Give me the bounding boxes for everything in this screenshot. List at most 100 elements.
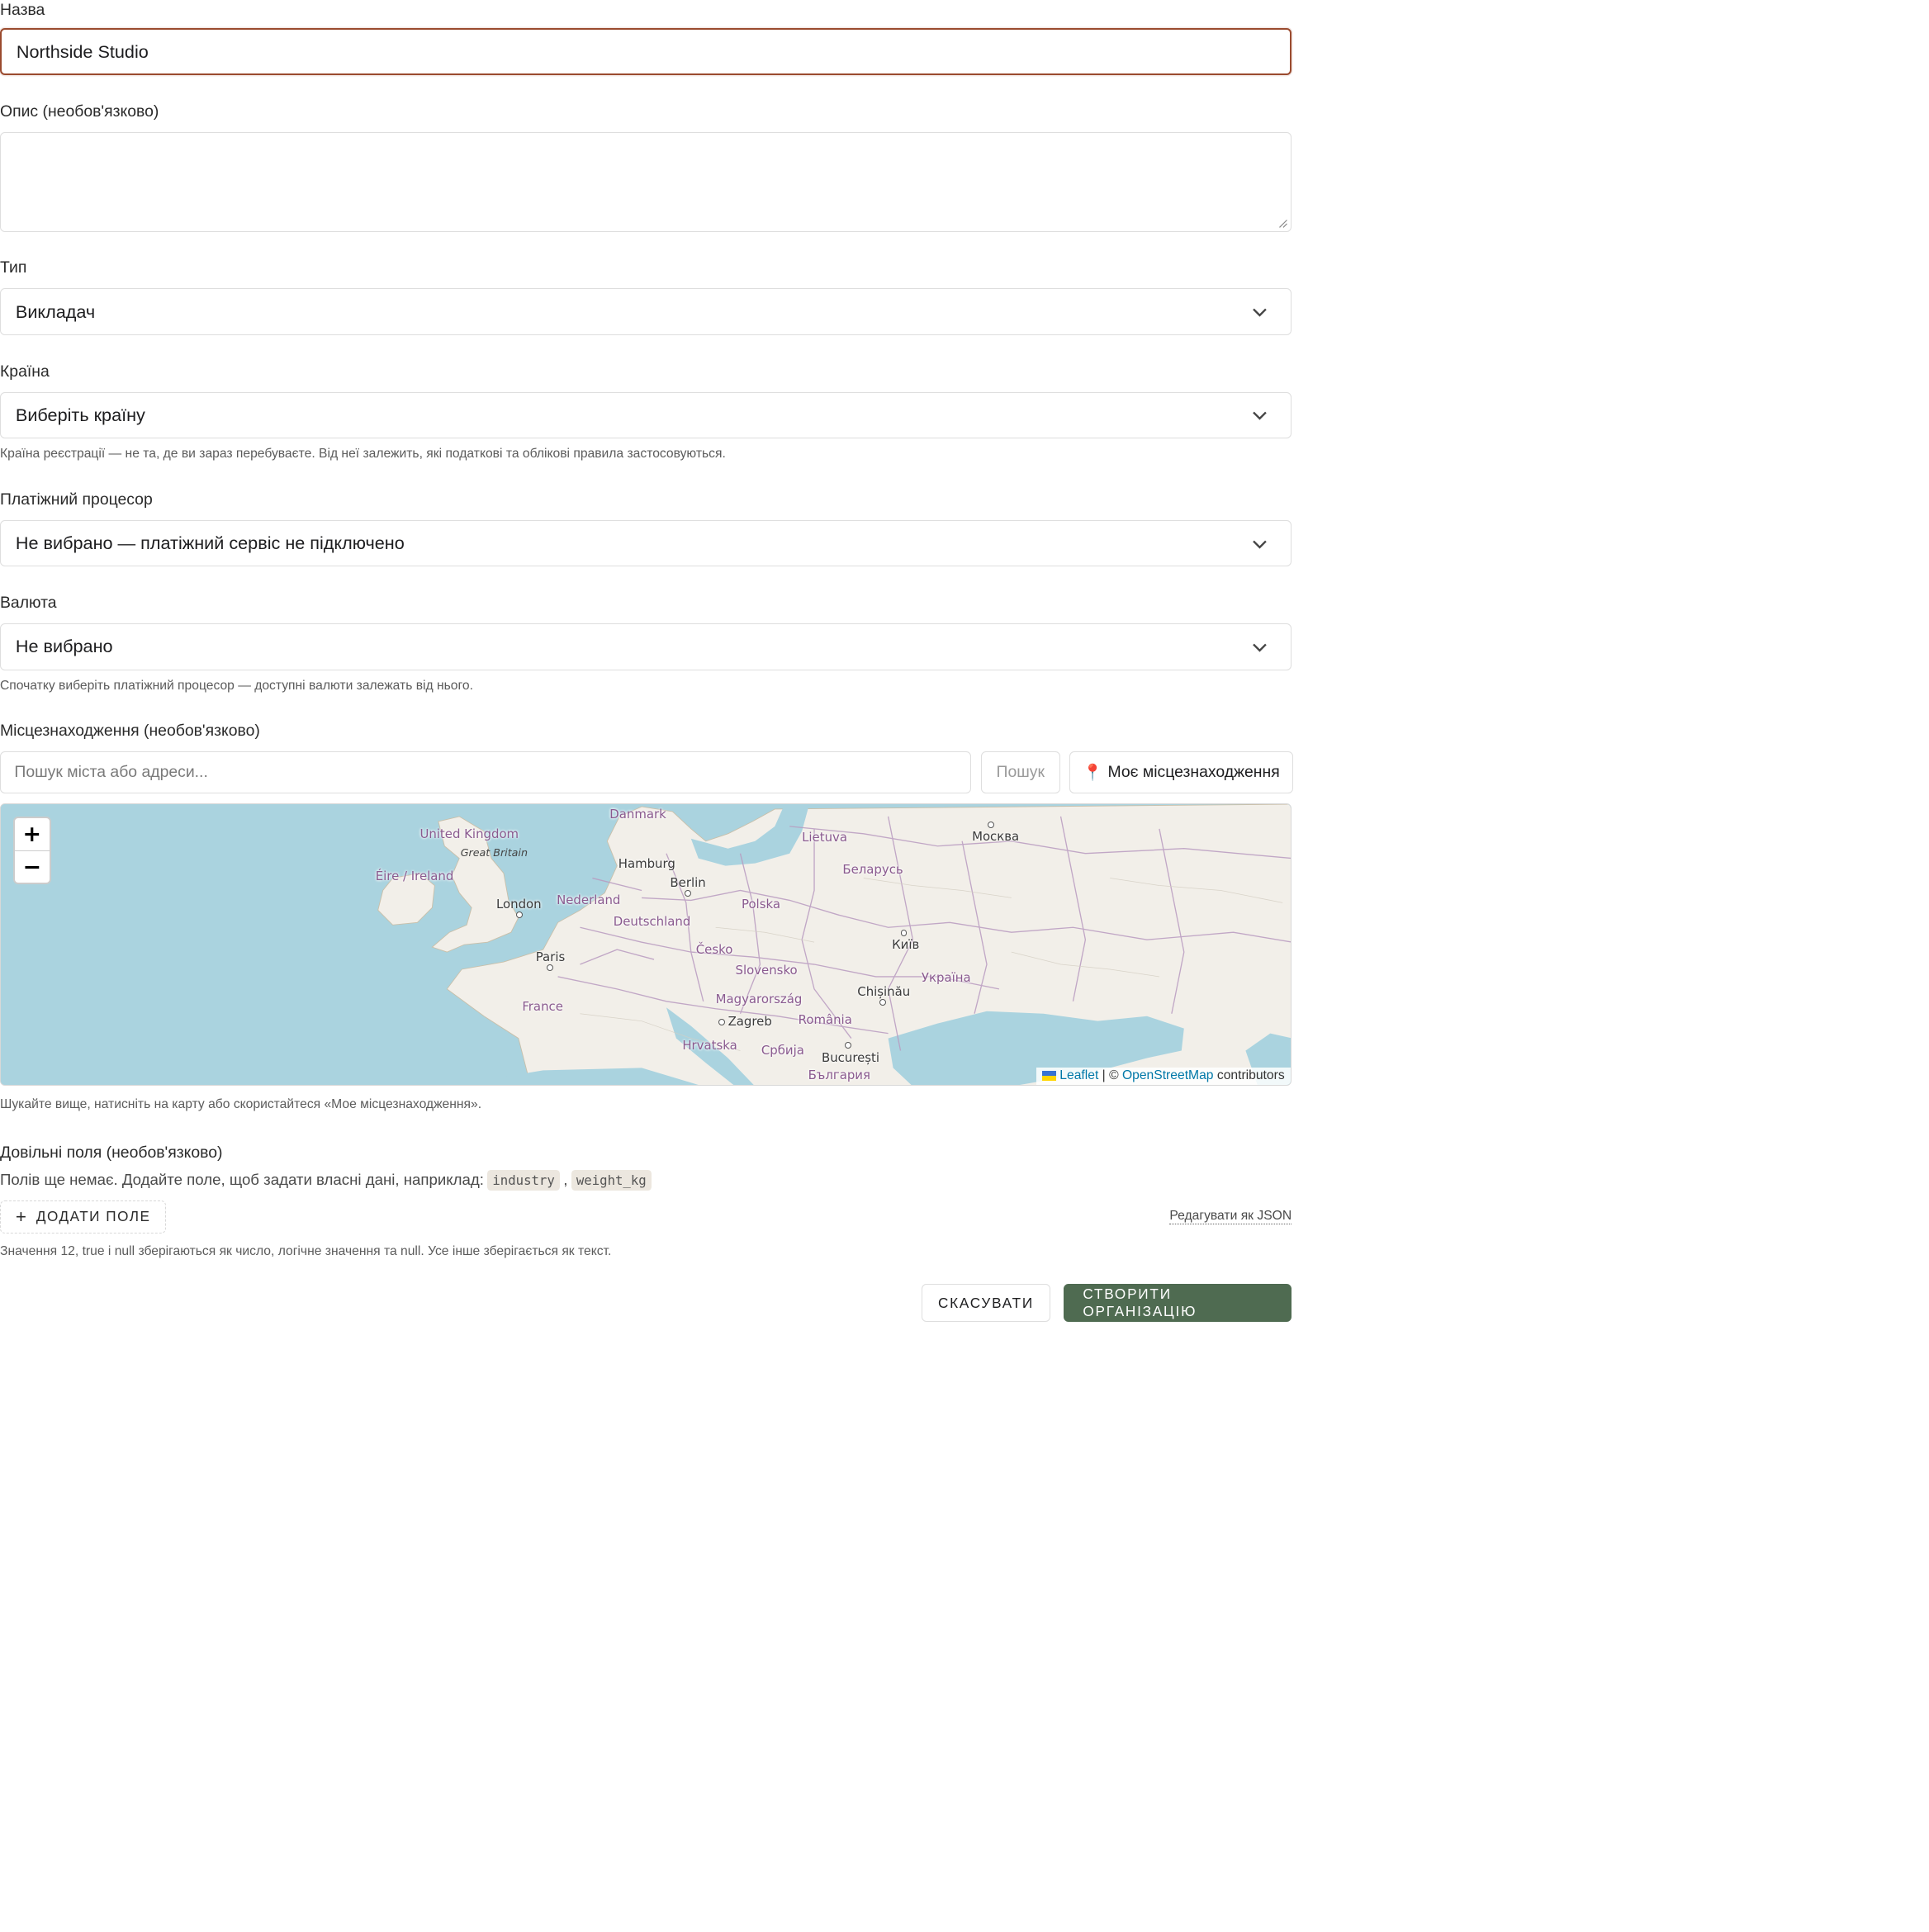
location-label: Місцезнаходження (необов'язково) (0, 722, 260, 741)
leaflet-link[interactable]: Leaflet (1059, 1068, 1098, 1082)
name-input[interactable]: Northside Studio (0, 28, 1292, 76)
zoom-in-button[interactable]: + (14, 818, 50, 851)
map-marker-zagreb (718, 1018, 725, 1025)
example-separator: , (563, 1171, 568, 1189)
location-search-row: Пошук міста або адреси... Пошук 📍 Моє мі… (0, 751, 1293, 793)
location-search-button[interactable]: Пошук (981, 751, 1060, 793)
map-label-srbija: Србија (761, 1043, 804, 1058)
my-location-button[interactable]: 📍 Моє місцезнаходження (1069, 751, 1293, 793)
map-label-lietuva: Lietuva (802, 830, 847, 845)
map-label-paris: Paris (535, 949, 566, 965)
currency-group: Валюта Не вибрано Спочатку виберіть плат… (0, 594, 1292, 694)
map-label-magyarorszag: Magyarország (715, 991, 803, 1006)
example-code-industry: industry (487, 1169, 560, 1191)
map-label-deutschland: Deutschland (613, 913, 691, 929)
description-textarea[interactable] (0, 131, 1292, 232)
add-field-label: ДОДАТИ ПОЛЕ (36, 1208, 151, 1225)
map-label-london: London (495, 896, 542, 912)
map-label-polska: Polska (741, 896, 780, 912)
map-label-berlin: Berlin (670, 875, 706, 891)
processor-select-value: Не вибрано — платіжний сервіс не підключ… (15, 533, 405, 554)
map-label-kyiv: Київ (892, 937, 920, 953)
chevron-down-icon (1253, 308, 1268, 317)
type-select[interactable]: Викладач (0, 288, 1292, 335)
currency-select-value: Не вибрано (15, 636, 113, 657)
location-search-button-label: Пошук (996, 763, 1045, 782)
processor-group: Платіжний процесор Не вибрано — платіжни… (0, 490, 1292, 567)
map-label-france: France (522, 998, 563, 1014)
map-label-hrvatska: Hrvatska (682, 1038, 737, 1054)
custom-fields-help: Значення 12, true і null зберігаються як… (0, 1243, 612, 1258)
map-label-slovensko: Slovensko (735, 963, 798, 978)
description-label: Опис (необов'язково) (0, 102, 159, 121)
attribution-suffix: contributors (1216, 1068, 1285, 1083)
name-group: Назва Northside Studio (0, 0, 1292, 76)
map-marker-chisinau (879, 998, 887, 1006)
chevron-down-icon (1253, 643, 1268, 652)
location-search-placeholder: Пошук міста або адреси... (14, 763, 208, 782)
custom-fields-empty-text: Полів ще немає. Додайте поле, щоб задати… (0, 1171, 484, 1189)
country-group: Країна Виберіть країну Країна реєстрації… (0, 362, 1292, 463)
custom-fields-group: Довільні поля (необов'язково) Полів ще н… (0, 1144, 1292, 1261)
location-search-input[interactable]: Пошук міста або адреси... (0, 751, 972, 793)
map-label-bucuresti: București (822, 1050, 880, 1066)
map-label-uk: United Kingdom (419, 826, 519, 841)
create-organization-label: СТВОРИТИ ОРГАНІЗАЦІЮ (1083, 1286, 1197, 1320)
map-tiles[interactable] (1, 803, 1292, 1086)
map-label-great-britain: Great Britain (460, 845, 528, 859)
attribution-separator: | © (1102, 1068, 1119, 1083)
map-marker-paris (547, 964, 554, 971)
map-label-hamburg: Hamburg (618, 855, 675, 871)
location-group: Місцезнаходження (необов'язково) Пошук м… (0, 722, 1293, 1114)
custom-fields-title: Довільні поля (необов'язково) (0, 1143, 223, 1162)
country-select-value: Виберіть країну (15, 404, 145, 425)
description-group: Опис (необов'язково) (0, 102, 1292, 232)
map-label-chisinau: Chișinău (857, 983, 911, 999)
map-attribution: Leaflet | © OpenStreetMap contributors (1036, 1067, 1292, 1085)
country-label: Країна (0, 362, 50, 381)
map-label-bulgaria: България (808, 1068, 870, 1083)
map-label-moskva: Москва (972, 828, 1020, 844)
processor-select[interactable]: Не вибрано — платіжний сервіс не підключ… (0, 519, 1292, 567)
country-help: Країна реєстрації — не та, де ви зараз п… (0, 447, 726, 462)
form-actions: СКАСУВАТИ СТВОРИТИ ОРГАНІЗАЦІЮ (0, 1284, 1292, 1323)
map-label-nederland: Nederland (557, 893, 621, 908)
map-marker-london (515, 911, 523, 918)
currency-help: Спочатку виберіть платіжний процесор — д… (0, 678, 473, 693)
name-input-value: Northside Studio (16, 40, 149, 62)
resize-grip-icon[interactable] (1278, 219, 1288, 229)
example-code-weight: weight_kg (571, 1169, 652, 1191)
plus-icon: + (15, 1205, 26, 1227)
map-label-zagreb: Zagreb (728, 1013, 772, 1029)
zoom-out-button[interactable]: − (15, 851, 50, 883)
map-label-ukraina: Україна (921, 970, 971, 986)
cancel-button[interactable]: СКАСУВАТИ (922, 1284, 1050, 1323)
edit-as-json-link[interactable]: Редагувати як JSON (1169, 1209, 1292, 1225)
my-location-label: Моє місцезнаходження (1107, 763, 1280, 782)
map-label-romania: România (798, 1012, 852, 1028)
name-label: Назва (0, 1, 45, 20)
chevron-down-icon (1253, 540, 1268, 549)
organization-form: Назва Northside Studio Опис (необов'язко… (0, 0, 1293, 1323)
currency-label: Валюта (0, 594, 57, 613)
map-label-cesko: Česko (695, 942, 733, 958)
currency-select[interactable]: Не вибрано (0, 623, 1292, 670)
add-field-button[interactable]: + ДОДАТИ ПОЛЕ (0, 1200, 167, 1234)
chevron-down-icon (1253, 412, 1268, 421)
map-label-danmark: Danmark (609, 806, 666, 822)
location-map[interactable]: Danmark United Kingdom Great Britain Éir… (0, 803, 1292, 1086)
country-select[interactable]: Виберіть країну (0, 391, 1292, 439)
type-select-value: Викладач (15, 301, 96, 322)
map-label-belarus: Беларусь (842, 862, 903, 878)
custom-fields-actions: + ДОДАТИ ПОЛЕ Редагувати як JSON (0, 1200, 1292, 1234)
map-zoom-control: + − (12, 816, 51, 885)
custom-fields-empty-note: Полів ще немає. Додайте поле, щоб задати… (0, 1169, 1292, 1191)
type-label: Тип (0, 258, 27, 277)
cancel-button-label: СКАСУВАТИ (937, 1294, 1035, 1311)
ukraine-flag-icon (1042, 1071, 1056, 1082)
create-organization-button[interactable]: СТВОРИТИ ОРГАНІЗАЦІЮ (1064, 1284, 1292, 1323)
processor-label: Платіжний процесор (0, 490, 153, 509)
type-group: Тип Викладач (0, 258, 1292, 335)
openstreetmap-link[interactable]: OpenStreetMap (1122, 1068, 1214, 1082)
map-label-ireland: Éire / Ireland (375, 868, 454, 883)
